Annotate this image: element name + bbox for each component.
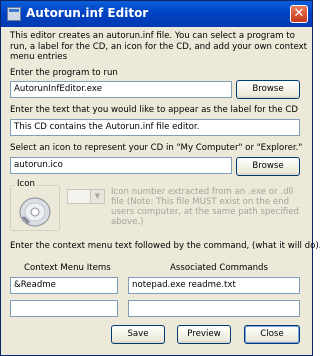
command-input-2[interactable] — [128, 300, 300, 317]
icon-index-select[interactable]: ▼ — [67, 189, 105, 204]
context-item-input-2[interactable] — [10, 300, 118, 317]
autorun-editor-window: Autorun.inf Editor ✕ This editor creates… — [0, 0, 320, 356]
app-icon — [7, 7, 21, 21]
save-button[interactable]: Save — [111, 325, 165, 344]
context-items-header: Context Menu Items — [24, 263, 111, 273]
cd-icon — [19, 197, 51, 227]
program-browse-button[interactable]: Browse — [236, 80, 300, 99]
title-bar[interactable]: Autorun.inf Editor ✕ — [1, 1, 312, 27]
program-label: Enter the program to run — [10, 68, 118, 78]
icon-index-note: Icon number extracted from an .exe or .d… — [111, 187, 299, 227]
command-input-1[interactable]: notepad.exe readme.txt — [128, 277, 300, 294]
icon-label: Select an icon to represent your CD in "… — [10, 143, 303, 153]
program-input[interactable]: AutorunInfEditor.exe — [10, 81, 232, 98]
chevron-down-icon[interactable]: ▼ — [90, 190, 104, 203]
associated-commands-header: Associated Commands — [170, 263, 268, 273]
intro-text: This editor creates an autorun.inf file.… — [10, 31, 308, 62]
close-button[interactable]: Close — [244, 325, 300, 344]
icon-group-title: Icon — [15, 179, 37, 189]
preview-button[interactable]: Preview — [177, 325, 231, 344]
close-window-button[interactable]: ✕ — [290, 5, 308, 23]
icon-browse-button[interactable]: Browse — [236, 157, 300, 176]
context-item-input-1[interactable]: &Readme — [10, 277, 118, 294]
cd-label-input[interactable]: This CD contains the Autorun.inf file ed… — [10, 119, 300, 136]
context-menu-instruction: Enter the context menu text followed by … — [10, 241, 320, 251]
cd-label-label: Enter the text that you would like to ap… — [10, 105, 298, 115]
window-title: Autorun.inf Editor — [26, 6, 149, 20]
icon-input[interactable]: autorun.ico — [10, 157, 232, 174]
